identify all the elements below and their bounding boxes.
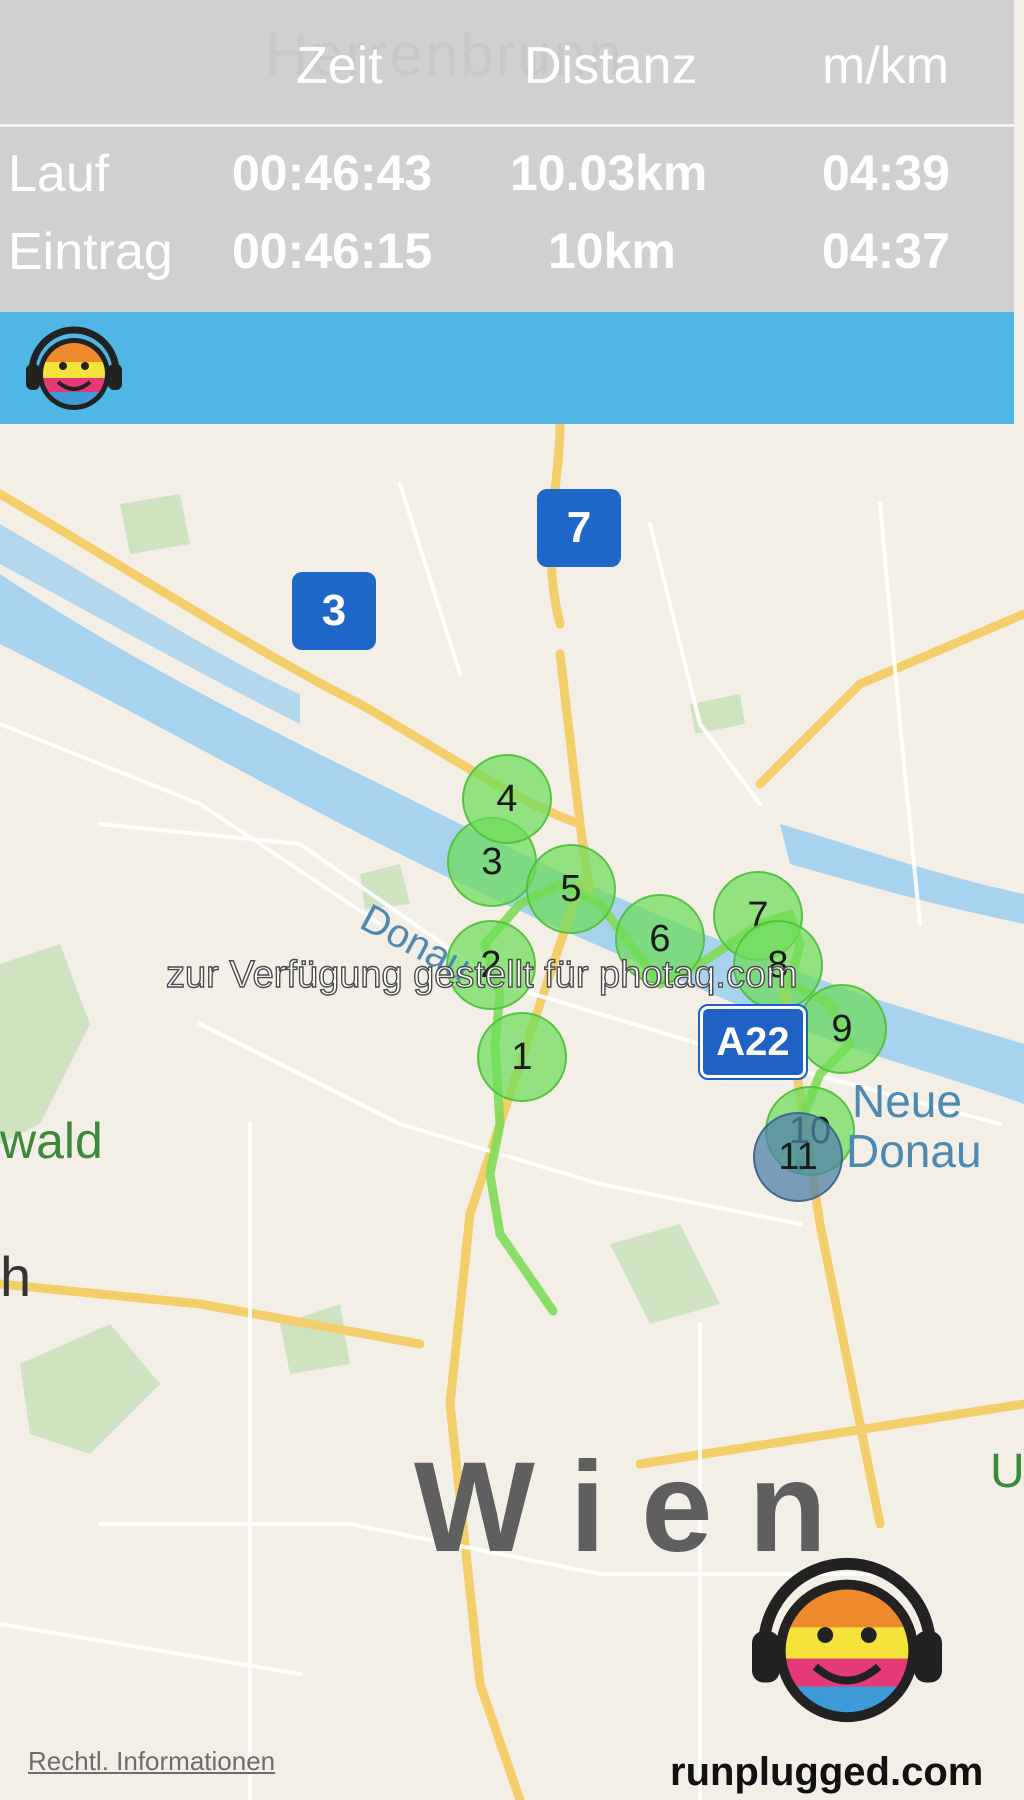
app-bar [0, 312, 1014, 424]
runplugged-logo-icon [752, 1557, 942, 1723]
run-distance: 10.03km [510, 145, 708, 201]
run-pace: 04:39 [822, 145, 950, 201]
photo-watermark: zur Verfügung gestellt für photaq.com [165, 953, 798, 996]
brand-url: runplugged.com [670, 1750, 984, 1794]
highway-badge: A22 [698, 1004, 808, 1080]
route-map[interactable]: 7 3 1 2 3 4 5 6 7 8 9 10 11 A22 Donau Ne… [0, 424, 1024, 1800]
split-marker[interactable]: 9 [797, 984, 887, 1074]
split-marker[interactable]: 5 [526, 844, 616, 934]
column-header-distance: Distanz [524, 37, 698, 95]
entry-time: 00:46:15 [232, 223, 433, 279]
transit-badge-3: 3 [292, 572, 376, 650]
river-label-neue: Neue [852, 1075, 962, 1127]
river-label-donau: Donau [846, 1125, 982, 1177]
transit-badge-7: 7 [537, 489, 621, 567]
column-header-pace: m/km [822, 37, 950, 95]
legal-info-link[interactable]: Rechtl. Informationen [28, 1746, 275, 1777]
runplugged-logo-icon[interactable] [22, 320, 126, 416]
column-header-time: Zeit [296, 37, 383, 95]
district-label: h [0, 1245, 32, 1308]
run-stats-panel: Herrenbrunn Zeit Distanz m/km Lauf 00:46… [0, 0, 1014, 312]
row-label-run: Lauf [8, 145, 110, 203]
run-time: 00:46:43 [232, 145, 433, 201]
split-marker-end[interactable]: 11 [753, 1112, 843, 1202]
forest-label: wald [0, 1113, 103, 1169]
entry-distance: 10km [548, 223, 676, 279]
entry-pace: 04:37 [822, 223, 950, 279]
split-marker[interactable]: 4 [462, 754, 552, 844]
split-marker[interactable]: 1 [477, 1012, 567, 1102]
district-label-u: U [990, 1445, 1024, 1498]
header-divider [0, 124, 1014, 127]
row-label-entry: Eintrag [8, 223, 173, 281]
